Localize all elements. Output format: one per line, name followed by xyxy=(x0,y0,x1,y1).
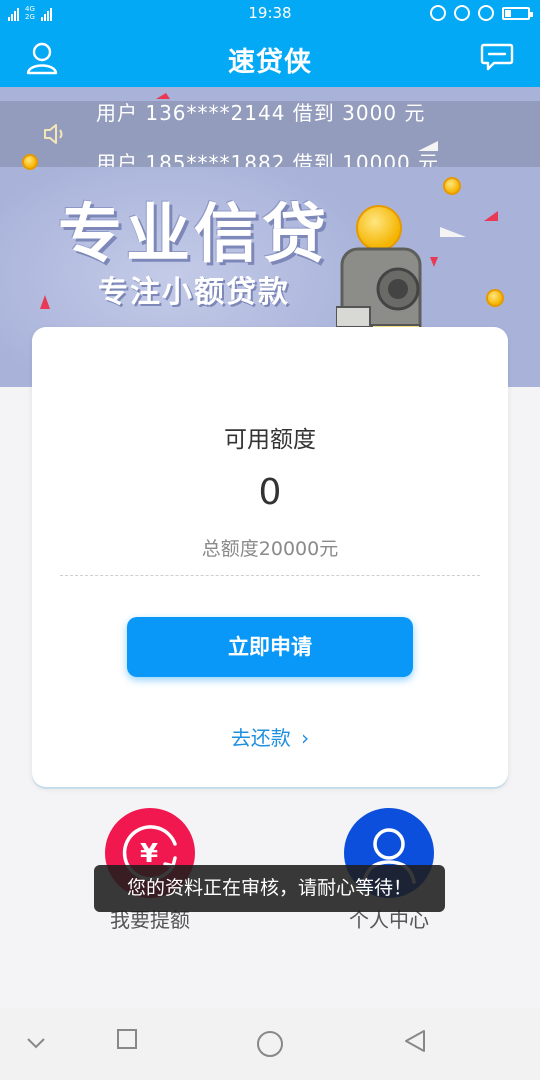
banner-subtitle: 专注小额贷款 xyxy=(98,275,290,310)
chevron-right-icon: › xyxy=(301,726,310,750)
confetti-decoration xyxy=(418,141,438,151)
confetti-decoration xyxy=(440,227,466,237)
status-bar: 4G 2G 19:38 xyxy=(0,0,540,28)
message-icon xyxy=(480,43,514,71)
battery-icon xyxy=(502,6,533,20)
confetti-decoration xyxy=(430,257,438,267)
notice-line-2: 用户 185****1882 借到 10000 元 xyxy=(96,151,440,167)
apply-now-button[interactable]: 立即申请 xyxy=(127,617,413,677)
review-toast: 您的资料正在审核，请耐心等待！ xyxy=(94,865,445,912)
banner-title: 专业信贷 xyxy=(58,198,330,272)
alarm-icon xyxy=(478,5,494,21)
dnd-icon xyxy=(430,5,446,21)
coin-decoration xyxy=(443,177,461,195)
available-amount: 0 xyxy=(258,472,282,513)
total-limit: 总额度20000元 xyxy=(201,538,339,560)
home-icon[interactable] xyxy=(255,1029,285,1059)
repay-label: 去还款 xyxy=(230,726,291,750)
confetti-decoration xyxy=(156,93,170,99)
speaker-icon xyxy=(44,124,63,144)
message-button[interactable] xyxy=(480,42,514,72)
notice-ticker: 用户 136****2144 借到 3000 元 用户 185****1882 … xyxy=(0,101,540,167)
chevron-down-icon[interactable] xyxy=(26,1036,46,1050)
app-header: 速贷侠 xyxy=(0,28,540,87)
notice-line-1: 用户 136****2144 借到 3000 元 xyxy=(96,101,426,125)
recent-apps-icon[interactable] xyxy=(116,1028,138,1050)
available-label: 可用额度 xyxy=(224,427,316,453)
coin-decoration xyxy=(486,289,504,307)
lock-rotation-icon xyxy=(454,5,470,21)
confetti-decoration xyxy=(484,211,498,221)
credit-card-panel: 可用额度 0 总额度20000元 立即申请 去还款 › xyxy=(32,327,508,787)
back-icon[interactable] xyxy=(402,1028,428,1054)
page-title: 速贷侠 xyxy=(228,47,312,78)
divider xyxy=(60,575,480,576)
coin-decoration xyxy=(22,154,38,170)
system-nav-bar xyxy=(0,1008,540,1080)
repay-link[interactable]: 去还款 › xyxy=(32,722,508,751)
status-icons xyxy=(430,5,533,21)
confetti-decoration xyxy=(40,295,50,309)
